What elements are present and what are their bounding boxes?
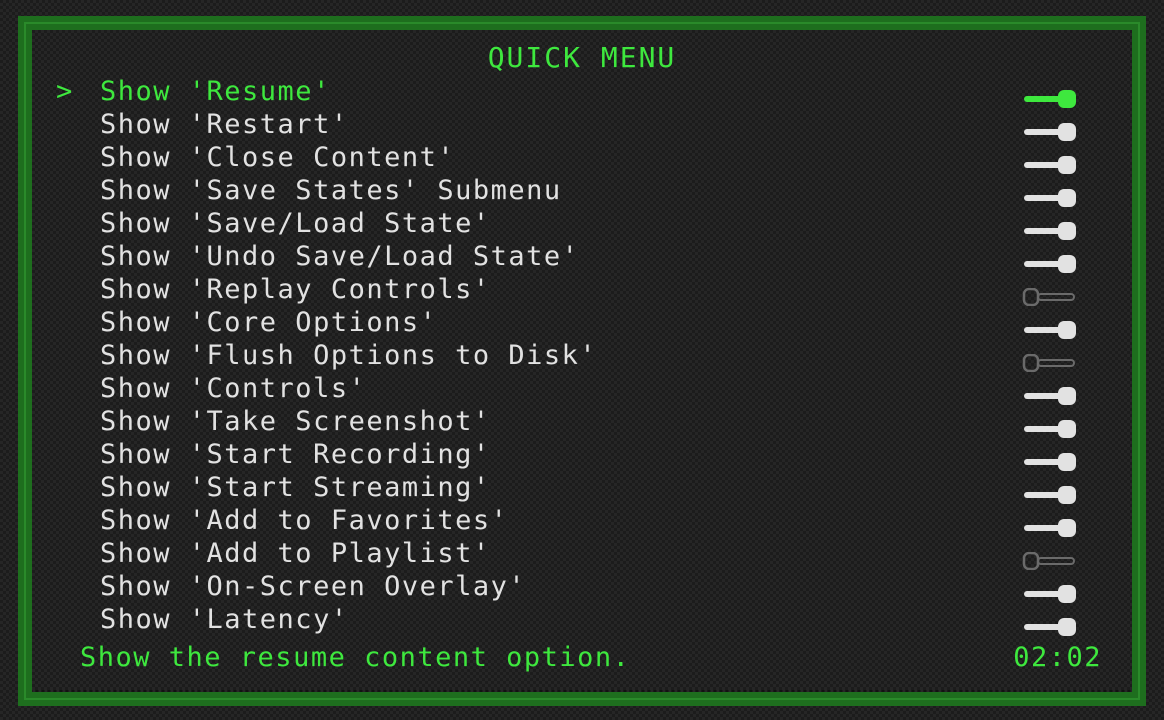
toggle-on-icon[interactable] [1022,446,1078,471]
quick-menu-list: > Show 'Resume' Show 'Restart' Show 'Close … [0,75,1164,636]
toggle-on-icon[interactable] [1022,578,1078,603]
menu-item[interactable]: Show 'Start Recording' [0,438,1164,471]
toggle-on-icon[interactable] [1022,611,1078,636]
menu-item[interactable]: Show 'Flush Options to Disk' [0,339,1164,373]
menu-item[interactable]: Show 'Add to Playlist' [0,537,1164,571]
menu-item-label: Show 'Replay Controls' [100,274,491,305]
menu-item-label: Show 'Start Streaming' [100,472,491,503]
toggle-on-icon[interactable] [1022,380,1078,405]
menu-item-label: Show 'Resume' [100,76,331,107]
menu-item-label: Show 'Save/Load State' [100,208,491,239]
menu-item-label: Show 'Start Recording' [100,439,491,470]
menu-item[interactable]: Show 'Controls' [0,372,1164,405]
menu-item[interactable]: Show 'Save States' Submenu [0,174,1164,207]
menu-item[interactable]: Show 'Core Options' [0,306,1164,339]
menu-item[interactable]: Show 'On-Screen Overlay' [0,570,1164,603]
menu-item-label: Show 'Add to Favorites' [100,505,509,536]
toggle-on-icon[interactable] [1022,248,1078,273]
clock: 02:02 [1013,642,1102,673]
page-title: QUICK MENU [487,41,677,74]
menu-item-label: Show 'Controls' [100,373,367,404]
toggle-on-icon[interactable] [1022,479,1078,504]
menu-item[interactable]: Show 'Close Content' [0,141,1164,174]
toggle-on-icon[interactable] [1022,215,1078,240]
menu-item[interactable]: Show 'Take Screenshot' [0,405,1164,438]
menu-item-label: Show 'Latency' [100,604,349,635]
toggle-on-icon[interactable] [1022,149,1078,174]
toggle-on-icon[interactable] [1022,116,1078,141]
menu-item-label: Show 'Take Screenshot' [100,406,491,437]
menu-item-label: Show 'Add to Playlist' [100,538,491,569]
menu-item[interactable]: > Show 'Resume' [0,75,1164,108]
toggle-on-icon[interactable] [1022,182,1078,207]
toggle-off-icon[interactable] [1022,545,1078,571]
toggle-off-icon[interactable] [1022,347,1078,373]
toggle-on-icon[interactable] [1022,512,1078,537]
toggle-off-icon[interactable] [1022,281,1078,307]
menu-item[interactable]: Show 'Start Streaming' [0,471,1164,504]
help-text: Show the resume content option. [80,642,631,673]
menu-item[interactable]: Show 'Undo Save/Load State' [0,240,1164,273]
toggle-on-icon[interactable] [1022,314,1078,339]
menu-item[interactable]: Show 'Save/Load State' [0,207,1164,240]
menu-item-label: Show 'Undo Save/Load State' [100,241,580,272]
menu-item[interactable]: Show 'Add to Favorites' [0,504,1164,537]
toggle-on-icon[interactable] [1022,413,1078,438]
menu-item[interactable]: Show 'Latency' [0,603,1164,636]
menu-item-label: Show 'Restart' [100,109,349,140]
menu-item[interactable]: Show 'Replay Controls' [0,273,1164,307]
menu-item-label: Show 'Close Content' [100,142,456,173]
menu-item-label: Show 'Save States' Submenu [100,175,562,206]
toggle-on-icon[interactable] [1022,83,1078,108]
menu-item-label: Show 'Core Options' [100,307,438,338]
menu-item-label: Show 'On-Screen Overlay' [100,571,527,602]
menu-item[interactable]: Show 'Restart' [0,108,1164,141]
selection-cursor: > [56,76,74,107]
menu-item-label: Show 'Flush Options to Disk' [100,340,598,371]
